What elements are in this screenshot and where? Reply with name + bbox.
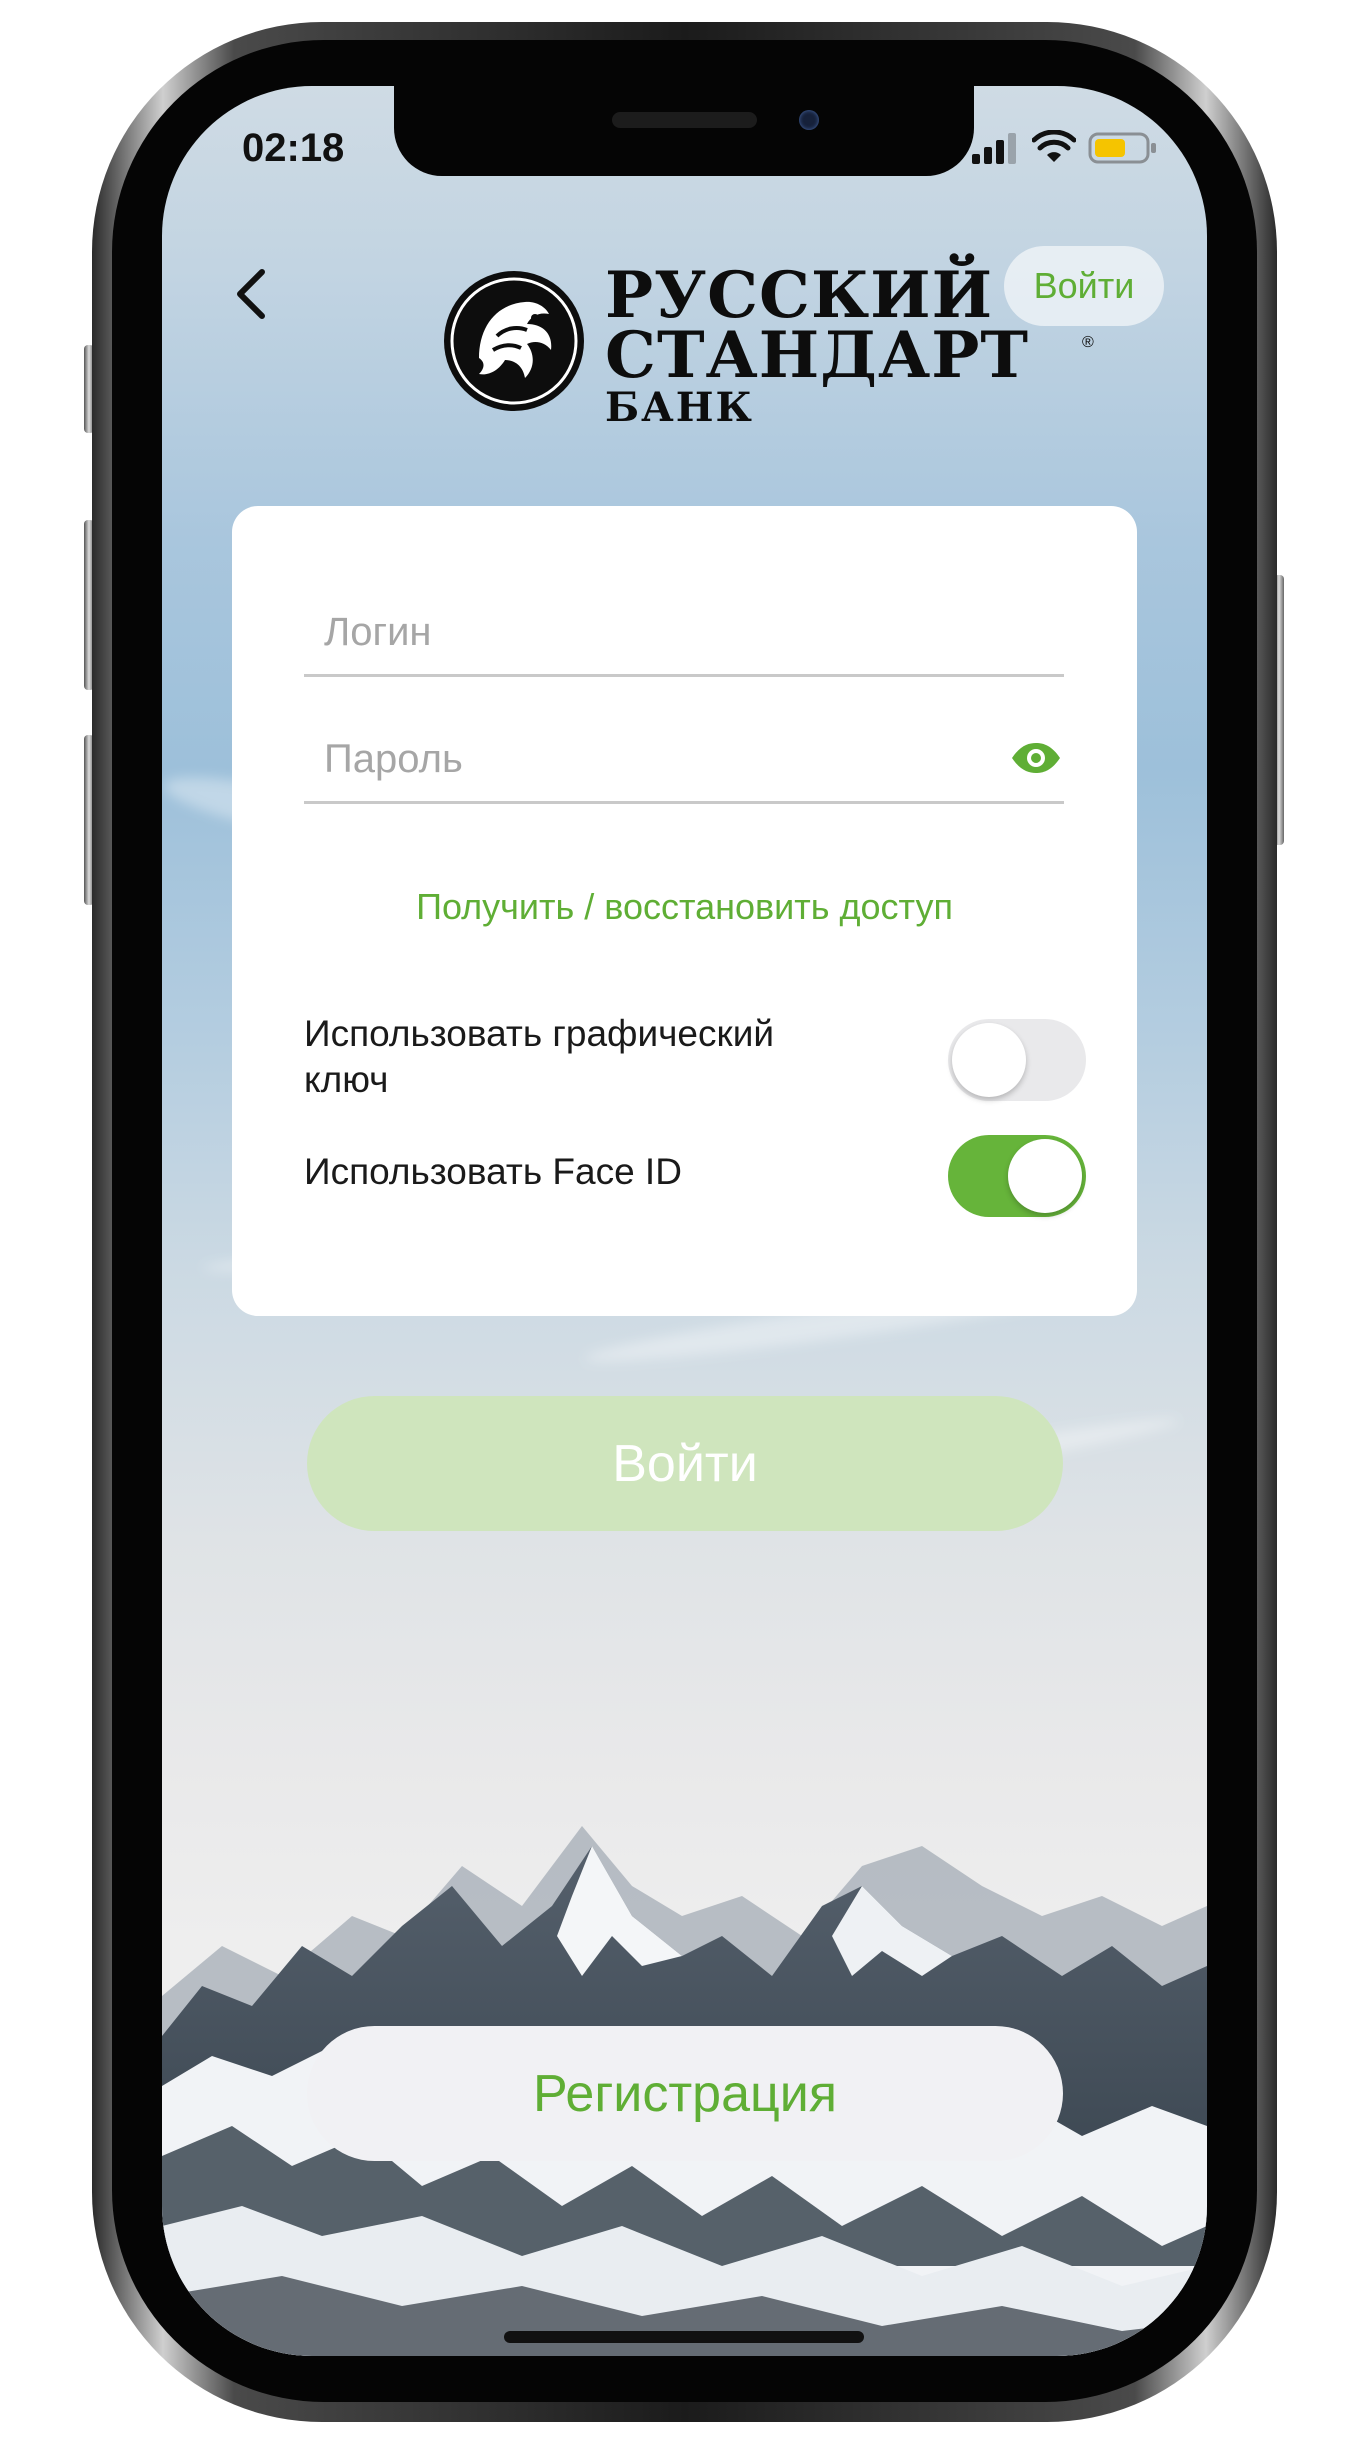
eye-icon[interactable] xyxy=(1010,741,1062,775)
status-icons xyxy=(970,130,1170,164)
register-button[interactable]: Регистрация xyxy=(307,2026,1063,2161)
cellular-signal-icon xyxy=(972,133,1016,164)
battery-icon xyxy=(1088,132,1156,164)
pattern-key-toggle[interactable] xyxy=(948,1019,1086,1101)
griffin-emblem-icon xyxy=(444,271,584,411)
registered-mark: ® xyxy=(1082,334,1094,351)
password-field xyxy=(304,711,1064,804)
bank-logo: РУССКИЙ СТАНДАРТ ® БАНК xyxy=(427,258,1094,448)
pattern-key-label: Использовать графический ключ xyxy=(304,1013,775,1100)
header-login-button[interactable]: Войти xyxy=(1004,246,1164,326)
face-id-row: Использовать Face ID xyxy=(304,1131,1086,1221)
login-submit-button[interactable]: Войти xyxy=(307,1396,1063,1531)
pattern-key-row: Использовать графический ключ xyxy=(304,1011,1086,1107)
earpiece-speaker xyxy=(612,112,757,128)
login-input[interactable] xyxy=(322,606,966,658)
chevron-left-icon xyxy=(237,269,265,319)
front-camera xyxy=(799,110,819,130)
password-input[interactable] xyxy=(322,733,966,785)
wifi-icon xyxy=(1032,130,1076,162)
notch xyxy=(394,86,974,176)
logo-text-line3: БАНК xyxy=(605,384,754,431)
toggle-knob xyxy=(1008,1139,1082,1213)
restore-access-link[interactable]: Получить / восстановить доступ xyxy=(232,886,1137,928)
face-id-toggle[interactable] xyxy=(948,1135,1086,1217)
app-screen: 02:18 РУССКИЙ СТАНДАРТ ® БАНК Войти Логи… xyxy=(162,86,1207,2356)
login-field xyxy=(304,584,1064,677)
home-indicator[interactable] xyxy=(504,2331,864,2343)
status-time: 02:18 xyxy=(242,126,345,170)
login-card: Получить / восстановить доступ Использов… xyxy=(232,506,1137,1316)
logo-text-line2: СТАНДАРТ xyxy=(605,318,1029,393)
face-id-label: Использовать Face ID xyxy=(304,1151,682,1192)
back-button[interactable] xyxy=(222,258,282,328)
toggle-knob xyxy=(952,1023,1026,1097)
